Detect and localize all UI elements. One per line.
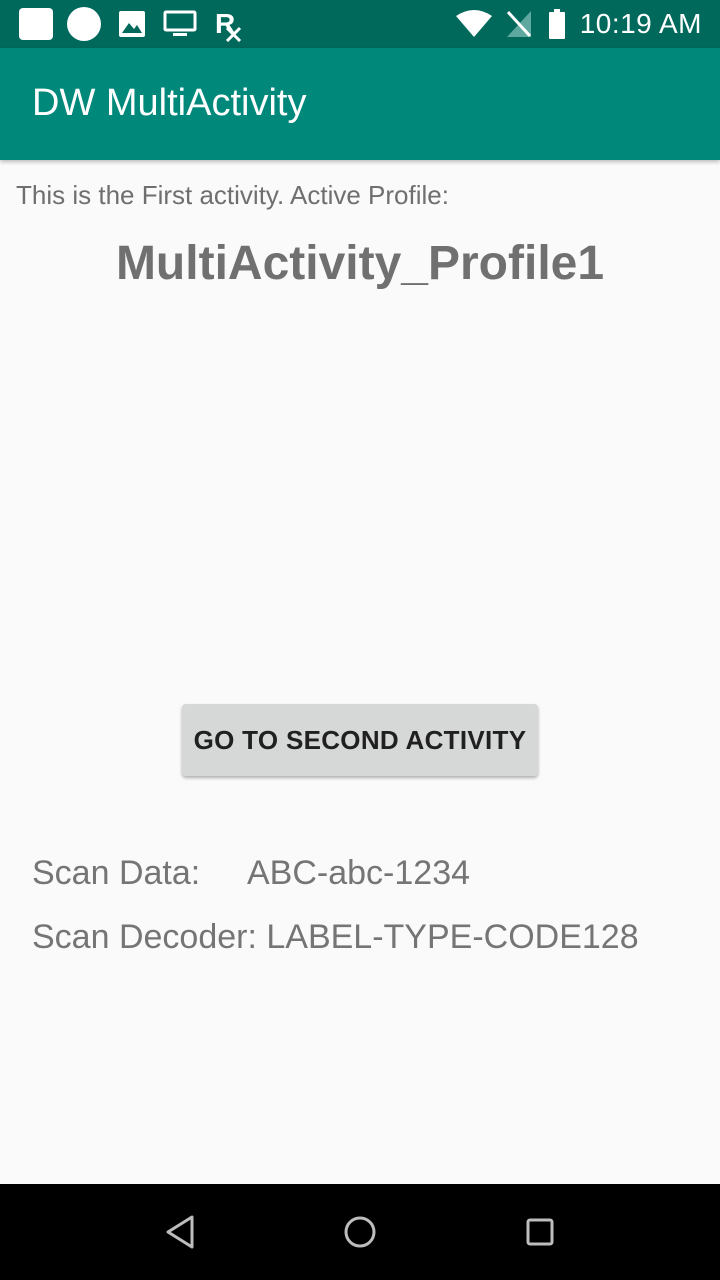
active-profile-name: MultiActivity_Profile1 <box>115 237 605 290</box>
scan-data-value: ABC-abc-1234 <box>247 854 471 892</box>
scan-data-label: Scan Data: <box>32 854 201 892</box>
scan-decoder-label: Scan Decoder: <box>32 918 257 956</box>
wifi-icon <box>456 10 492 37</box>
no-signal-icon <box>506 10 532 38</box>
battery-icon <box>549 9 565 39</box>
back-icon[interactable] <box>164 1214 196 1250</box>
circle-notification-icon <box>67 7 101 41</box>
recents-icon[interactable] <box>525 1217 555 1247</box>
navigation-bar <box>0 1184 720 1280</box>
monitor-icon <box>163 10 197 36</box>
scan-decoder-value: LABEL-TYPE-CODE128 <box>266 918 639 956</box>
scan-decoder-row: Scan Decoder: LABEL-TYPE-CODE128 <box>32 918 639 957</box>
app-bar: DW MultiActivity <box>0 48 720 160</box>
square-notification-icon <box>19 8 53 40</box>
go-to-second-activity-button[interactable]: GO TO SECOND ACTIVITY <box>182 704 538 776</box>
status-time: 10:19 AM <box>579 8 702 39</box>
app-title: DW MultiActivity <box>32 82 307 124</box>
scan-data-row: Scan Data: ABC-abc-1234 <box>32 854 470 893</box>
rx-icon: R <box>215 8 242 42</box>
image-icon <box>119 11 145 37</box>
home-icon[interactable] <box>343 1215 377 1249</box>
intro-text: This is the First activity. Active Profi… <box>16 180 449 210</box>
status-bar: R 10:19 AM <box>0 0 720 48</box>
